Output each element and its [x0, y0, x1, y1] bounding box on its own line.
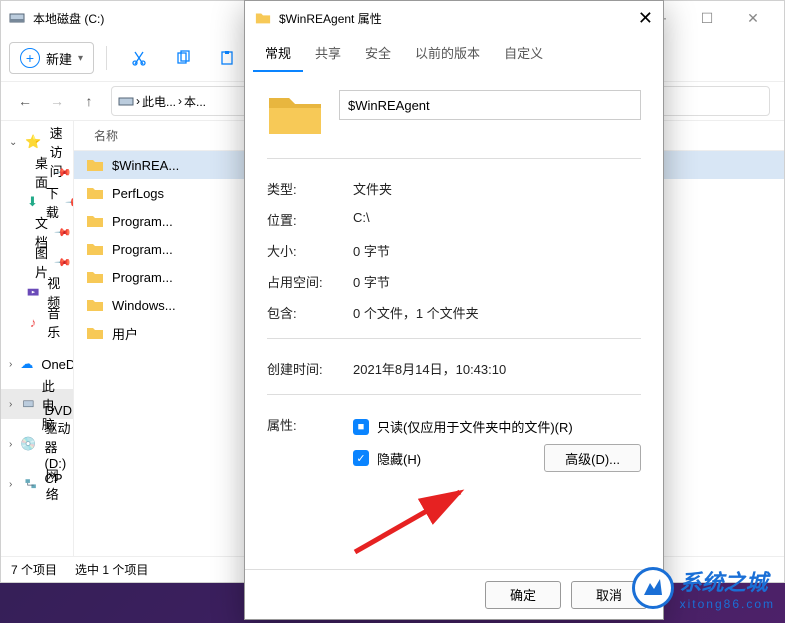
hidden-checkbox[interactable]: ✓ [353, 450, 369, 466]
advanced-button[interactable]: 高级(D)... [544, 444, 641, 472]
prop-value: 0 个文件，1 个文件夹 [353, 303, 479, 322]
disc-icon: 💿 [20, 435, 36, 453]
folder-icon [86, 212, 104, 230]
window-title: 本地磁盘 (C:) [33, 10, 104, 27]
pc-icon [23, 395, 34, 413]
forward-button[interactable]: → [41, 85, 73, 117]
folder-icon [267, 90, 323, 138]
attr-label: 属性: [267, 415, 353, 434]
prop-value: 0 字节 [353, 241, 390, 260]
pin-icon: 📌 [53, 223, 72, 242]
prop-value: 2021年8月14日，10:43:10 [353, 359, 506, 378]
tab-sharing[interactable]: 共享 [303, 35, 353, 72]
drive-icon [9, 10, 25, 26]
video-icon [27, 283, 39, 301]
pin-icon: 📌 [64, 193, 74, 212]
folder-icon [86, 268, 104, 286]
tab-general[interactable]: 常规 [253, 35, 303, 72]
crumb-seg[interactable]: 本... [184, 93, 206, 110]
prop-label: 包含: [267, 303, 353, 322]
folder-icon [86, 156, 104, 174]
watermark-brand: 系统之城 [680, 565, 775, 597]
prop-value: 0 字节 [353, 272, 390, 291]
status-selected: 选中 1 个项目 [75, 561, 148, 578]
prop-label: 位置: [267, 210, 353, 229]
dialog-close-button[interactable]: ✕ [638, 8, 653, 29]
folder-icon [86, 324, 104, 342]
prop-label: 类型: [267, 179, 353, 198]
download-icon: ⬇ [27, 193, 38, 211]
tab-security[interactable]: 安全 [353, 35, 403, 72]
cut-button[interactable] [119, 42, 159, 74]
watermark-url: xitong86.com [680, 597, 775, 611]
new-button[interactable]: + 新建 ▾ [9, 42, 94, 74]
copy-button[interactable] [163, 42, 203, 74]
divider [267, 338, 641, 339]
readonly-checkbox[interactable]: ■ [353, 419, 369, 435]
network-icon [24, 475, 37, 493]
name-field[interactable]: $WinREAgent [339, 90, 641, 120]
annotation-arrow [345, 482, 475, 565]
plus-icon: + [20, 48, 40, 68]
sidebar-network[interactable]: ›网络 [1, 469, 73, 499]
pin-icon: 📌 [53, 253, 72, 272]
chevron-down-icon: ▾ [78, 53, 83, 64]
dialog-tabs: 常规 共享 安全 以前的版本 自定义 [245, 35, 663, 72]
properties-dialog: $WinREAgent 属性 ✕ 常规 共享 安全 以前的版本 自定义 $Win… [244, 0, 664, 620]
separator [106, 46, 107, 70]
maximize-button[interactable]: ☐ [684, 1, 730, 35]
prop-value: 文件夹 [353, 179, 392, 198]
crumb-seg[interactable]: 此电... [142, 93, 176, 110]
watermark: 系统之城 xitong86.com [632, 565, 775, 611]
folder-icon [86, 184, 104, 202]
divider [267, 158, 641, 159]
star-icon: ⭐ [25, 133, 41, 151]
readonly-label: 只读(仅应用于文件夹中的文件)(R) [377, 417, 573, 436]
drive-icon [118, 93, 134, 109]
folder-icon [255, 10, 271, 26]
sidebar: ⌄⭐快速访问 桌面📌 ⬇下载📌 文档📌 图片📌 视频 ♪音乐 ›☁OneDriv… [1, 121, 74, 556]
dialog-title: $WinREAgent 属性 [279, 10, 382, 27]
back-button[interactable]: ← [9, 85, 41, 117]
divider [267, 394, 641, 395]
hidden-label: 隐藏(H) [377, 449, 421, 468]
music-icon: ♪ [27, 313, 39, 331]
ok-button[interactable]: 确定 [485, 581, 561, 609]
dialog-body: $WinREAgent 类型:文件夹 位置:C:\ 大小:0 字节 占用空间:0… [245, 72, 663, 569]
status-count: 7 个项目 [11, 561, 57, 578]
folder-icon [86, 240, 104, 258]
close-button[interactable]: ✕ [730, 1, 776, 35]
prop-label: 占用空间: [267, 272, 353, 291]
prop-label: 大小: [267, 241, 353, 260]
new-label: 新建 [46, 49, 72, 68]
sidebar-music[interactable]: ♪音乐 [1, 307, 73, 337]
up-button[interactable]: ↑ [73, 85, 105, 117]
tab-previous[interactable]: 以前的版本 [403, 35, 492, 72]
paste-button[interactable] [207, 42, 247, 74]
tab-custom[interactable]: 自定义 [492, 35, 555, 72]
folder-icon [86, 296, 104, 314]
cloud-icon: ☁ [20, 355, 33, 373]
dialog-titlebar: $WinREAgent 属性 ✕ [245, 1, 663, 35]
sidebar-onedrive[interactable]: ›☁OneDrive [1, 349, 73, 379]
prop-label: 创建时间: [267, 359, 353, 378]
watermark-logo [632, 567, 674, 609]
prop-value: C:\ [353, 210, 370, 229]
sidebar-dvd[interactable]: ›💿DVD 驱动器 (D:) CP [1, 429, 73, 459]
dialog-buttons: 确定 取消 [245, 569, 663, 619]
